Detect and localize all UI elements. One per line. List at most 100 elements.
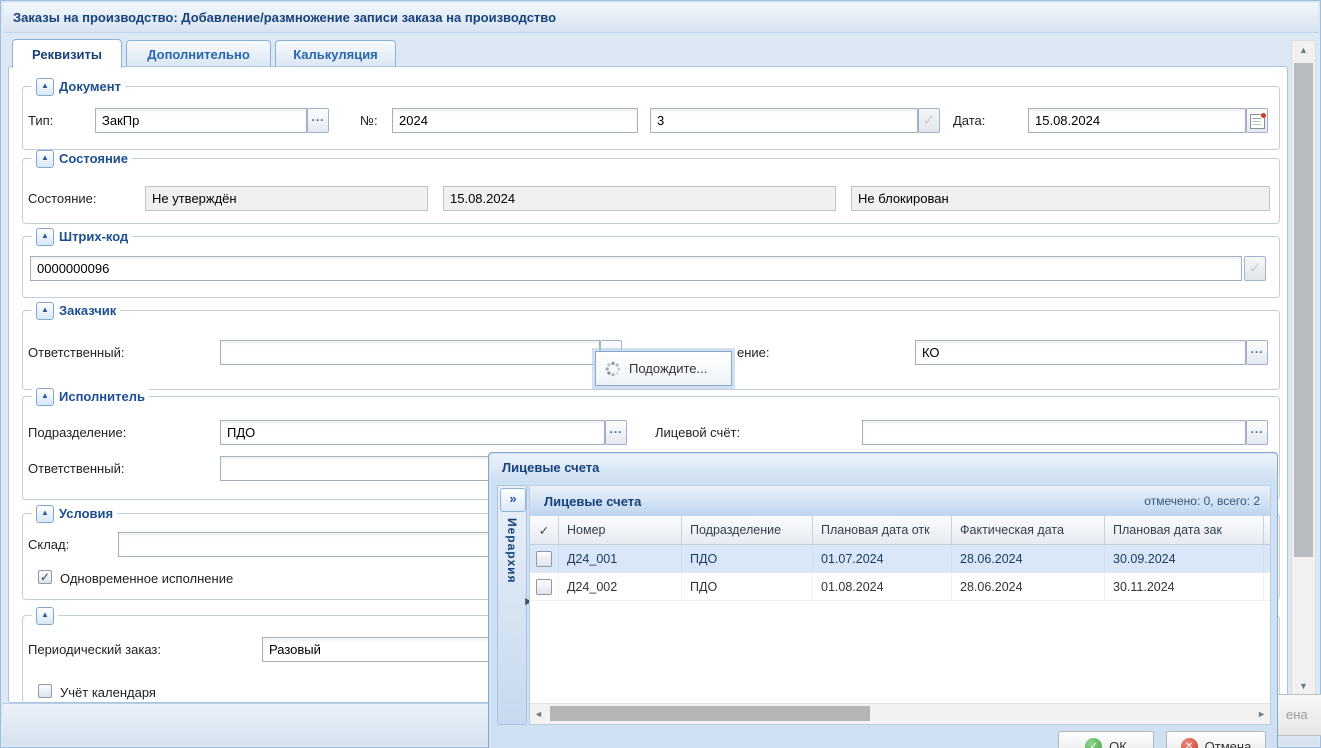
tab-label: Реквизиты	[32, 47, 102, 62]
accounts-table-panel: Лицевые счета отмечено: 0, всего: 2 ✓ Но…	[529, 485, 1271, 725]
window-title: Заказы на производство: Добавление/размн…	[3, 3, 1318, 33]
collapse-icon[interactable]: ▲	[36, 228, 54, 246]
customer-responsible-input[interactable]	[220, 340, 600, 365]
collapse-icon[interactable]: ▲	[36, 505, 54, 523]
doc-number-apply-check-icon[interactable]: ✓	[918, 108, 940, 133]
warehouse-label: Склад:	[28, 537, 69, 552]
cell-currency: RUB	[1264, 573, 1271, 600]
section-state-legend: ▲ Состояние	[32, 150, 132, 167]
cancel-button-label: Отмена	[1205, 739, 1252, 748]
doc-type-input[interactable]: ЗакПр	[95, 108, 307, 133]
barcode-input[interactable]: 0000000096	[30, 256, 1242, 281]
spinner-icon	[605, 361, 621, 377]
tab-rekvizity[interactable]: Реквизиты	[12, 39, 122, 68]
customer-division-input[interactable]: КО	[915, 340, 1246, 365]
section-barcode-legend: ▲ Штрих-код	[32, 228, 132, 245]
executor-division-label: Подразделение:	[28, 425, 126, 440]
calendar-icon	[1250, 114, 1265, 129]
tab-label: Калькуляция	[293, 47, 378, 62]
accounts-panel-title: Лицевые счета	[530, 494, 1144, 509]
column-planned-close[interactable]: Плановая дата зак	[1105, 516, 1264, 544]
barcode-apply-check-icon[interactable]: ✓	[1244, 256, 1266, 281]
wait-tooltip: Подождите...	[595, 351, 732, 386]
cancel-button[interactable]: ✕ Отмена	[1166, 731, 1266, 748]
executor-account-input[interactable]	[862, 420, 1246, 445]
doc-date-label: Дата:	[953, 113, 985, 128]
doc-type-ellipsis-icon[interactable]: ...	[307, 108, 329, 133]
row-checkbox[interactable]	[536, 551, 552, 567]
tab-label: Дополнительно	[147, 47, 250, 62]
hierarchy-label: Иерархия	[505, 518, 519, 584]
section-title: Заказчик	[59, 303, 116, 318]
accounts-popup-title: Лицевые счета	[490, 454, 1277, 482]
horizontal-scrollbar-thumb[interactable]	[550, 706, 870, 721]
application-window: Заказы на производство: Добавление/размн…	[0, 0, 1321, 748]
cell-planned-close: 30.09.2024	[1105, 545, 1264, 572]
table-row[interactable]: Д24_001 ПДО 01.07.2024 28.06.2024 30.09.…	[530, 545, 1270, 573]
accounts-popup: Лицевые счета » Иерархия ▶ Лицевые счета…	[488, 452, 1278, 748]
doc-number-label: №:	[360, 113, 378, 128]
column-division[interactable]: Подразделение	[682, 516, 813, 544]
section-conditions-legend: ▲ Условия	[32, 505, 117, 522]
doc-type-label: Тип:	[28, 113, 53, 128]
wait-tooltip-text: Подождите...	[629, 361, 707, 376]
column-currency[interactable]: Валюта	[1264, 516, 1271, 544]
doc-number-input[interactable]: 2024	[392, 108, 638, 133]
vertical-scrollbar[interactable]: ▲ ▼	[1291, 40, 1316, 702]
table-empty-area	[530, 601, 1270, 703]
row-checkbox-cell	[530, 573, 559, 600]
tab-dopolnitelno[interactable]: Дополнительно	[126, 40, 271, 67]
section-periodic-legend: ▲	[32, 607, 58, 624]
section-title: Условия	[59, 506, 113, 521]
cell-currency: RUB	[1264, 545, 1271, 572]
row-checkbox-cell	[530, 545, 559, 572]
collapse-icon[interactable]: ▲	[36, 388, 54, 406]
collapse-icon[interactable]: ▲	[36, 607, 54, 625]
simultaneous-checkbox[interactable]: ✓	[38, 570, 52, 584]
horizontal-scrollbar[interactable]: ◄ ►	[530, 703, 1270, 724]
section-title: Документ	[59, 79, 121, 94]
hierarchy-expand-icon[interactable]: »	[500, 488, 526, 512]
scroll-right-icon[interactable]: ►	[1257, 709, 1266, 719]
doc-date-calendar-button[interactable]	[1246, 108, 1268, 133]
row-checkbox[interactable]	[536, 579, 552, 595]
doc-number2-input[interactable]: 3	[650, 108, 918, 133]
executor-account-ellipsis-icon[interactable]: ...	[1246, 420, 1268, 445]
ok-icon: ✓	[1085, 738, 1102, 748]
collapse-icon[interactable]: ▲	[36, 78, 54, 96]
cancel-icon: ✕	[1181, 738, 1198, 748]
executor-division-ellipsis-icon[interactable]: ...	[605, 420, 627, 445]
cell-planned-open: 01.07.2024	[813, 545, 952, 572]
accounts-counter: отмечено: 0, всего: 2	[1144, 494, 1270, 508]
scroll-left-icon[interactable]: ◄	[534, 709, 543, 719]
section-document-legend: ▲ Документ	[32, 78, 125, 95]
executor-division-input[interactable]: ПДО	[220, 420, 605, 445]
section-title: Штрих-код	[59, 229, 128, 244]
ok-button-label: ОК	[1109, 739, 1127, 748]
cell-division: ПДО	[682, 573, 813, 600]
simultaneous-label: Одновременное исполнение	[60, 571, 233, 586]
accounts-panel-header: Лицевые счета отмечено: 0, всего: 2	[530, 486, 1270, 516]
doc-date-input[interactable]: 15.08.2024	[1028, 108, 1246, 133]
customer-division-ellipsis-icon[interactable]: ...	[1246, 340, 1268, 365]
ok-button[interactable]: ✓ ОК	[1058, 731, 1154, 748]
table-row[interactable]: Д24_002 ПДО 01.08.2024 28.06.2024 30.11.…	[530, 573, 1270, 601]
cell-number: Д24_002	[559, 573, 682, 600]
column-number[interactable]: Номер	[559, 516, 682, 544]
calendar-account-checkbox[interactable]	[38, 684, 52, 698]
scroll-up-icon[interactable]: ▲	[1292, 45, 1315, 55]
column-planned-open[interactable]: Плановая дата отк	[813, 516, 952, 544]
scroll-down-icon[interactable]: ▼	[1292, 681, 1315, 691]
tab-kalkulyaciya[interactable]: Калькуляция	[275, 40, 396, 67]
cell-planned-open: 01.08.2024	[813, 573, 952, 600]
calendar-account-label: Учёт календаря	[60, 685, 156, 700]
hierarchy-panel: » Иерархия ▶	[497, 485, 527, 725]
collapse-icon[interactable]: ▲	[36, 150, 54, 168]
collapse-icon[interactable]: ▲	[36, 302, 54, 320]
section-title: Состояние	[59, 151, 128, 166]
column-actual[interactable]: Фактическая дата	[952, 516, 1105, 544]
column-check[interactable]: ✓	[530, 516, 559, 544]
cell-division: ПДО	[682, 545, 813, 572]
vertical-scrollbar-thumb[interactable]	[1294, 63, 1313, 557]
section-executor-legend: ▲ Исполнитель	[32, 388, 149, 405]
